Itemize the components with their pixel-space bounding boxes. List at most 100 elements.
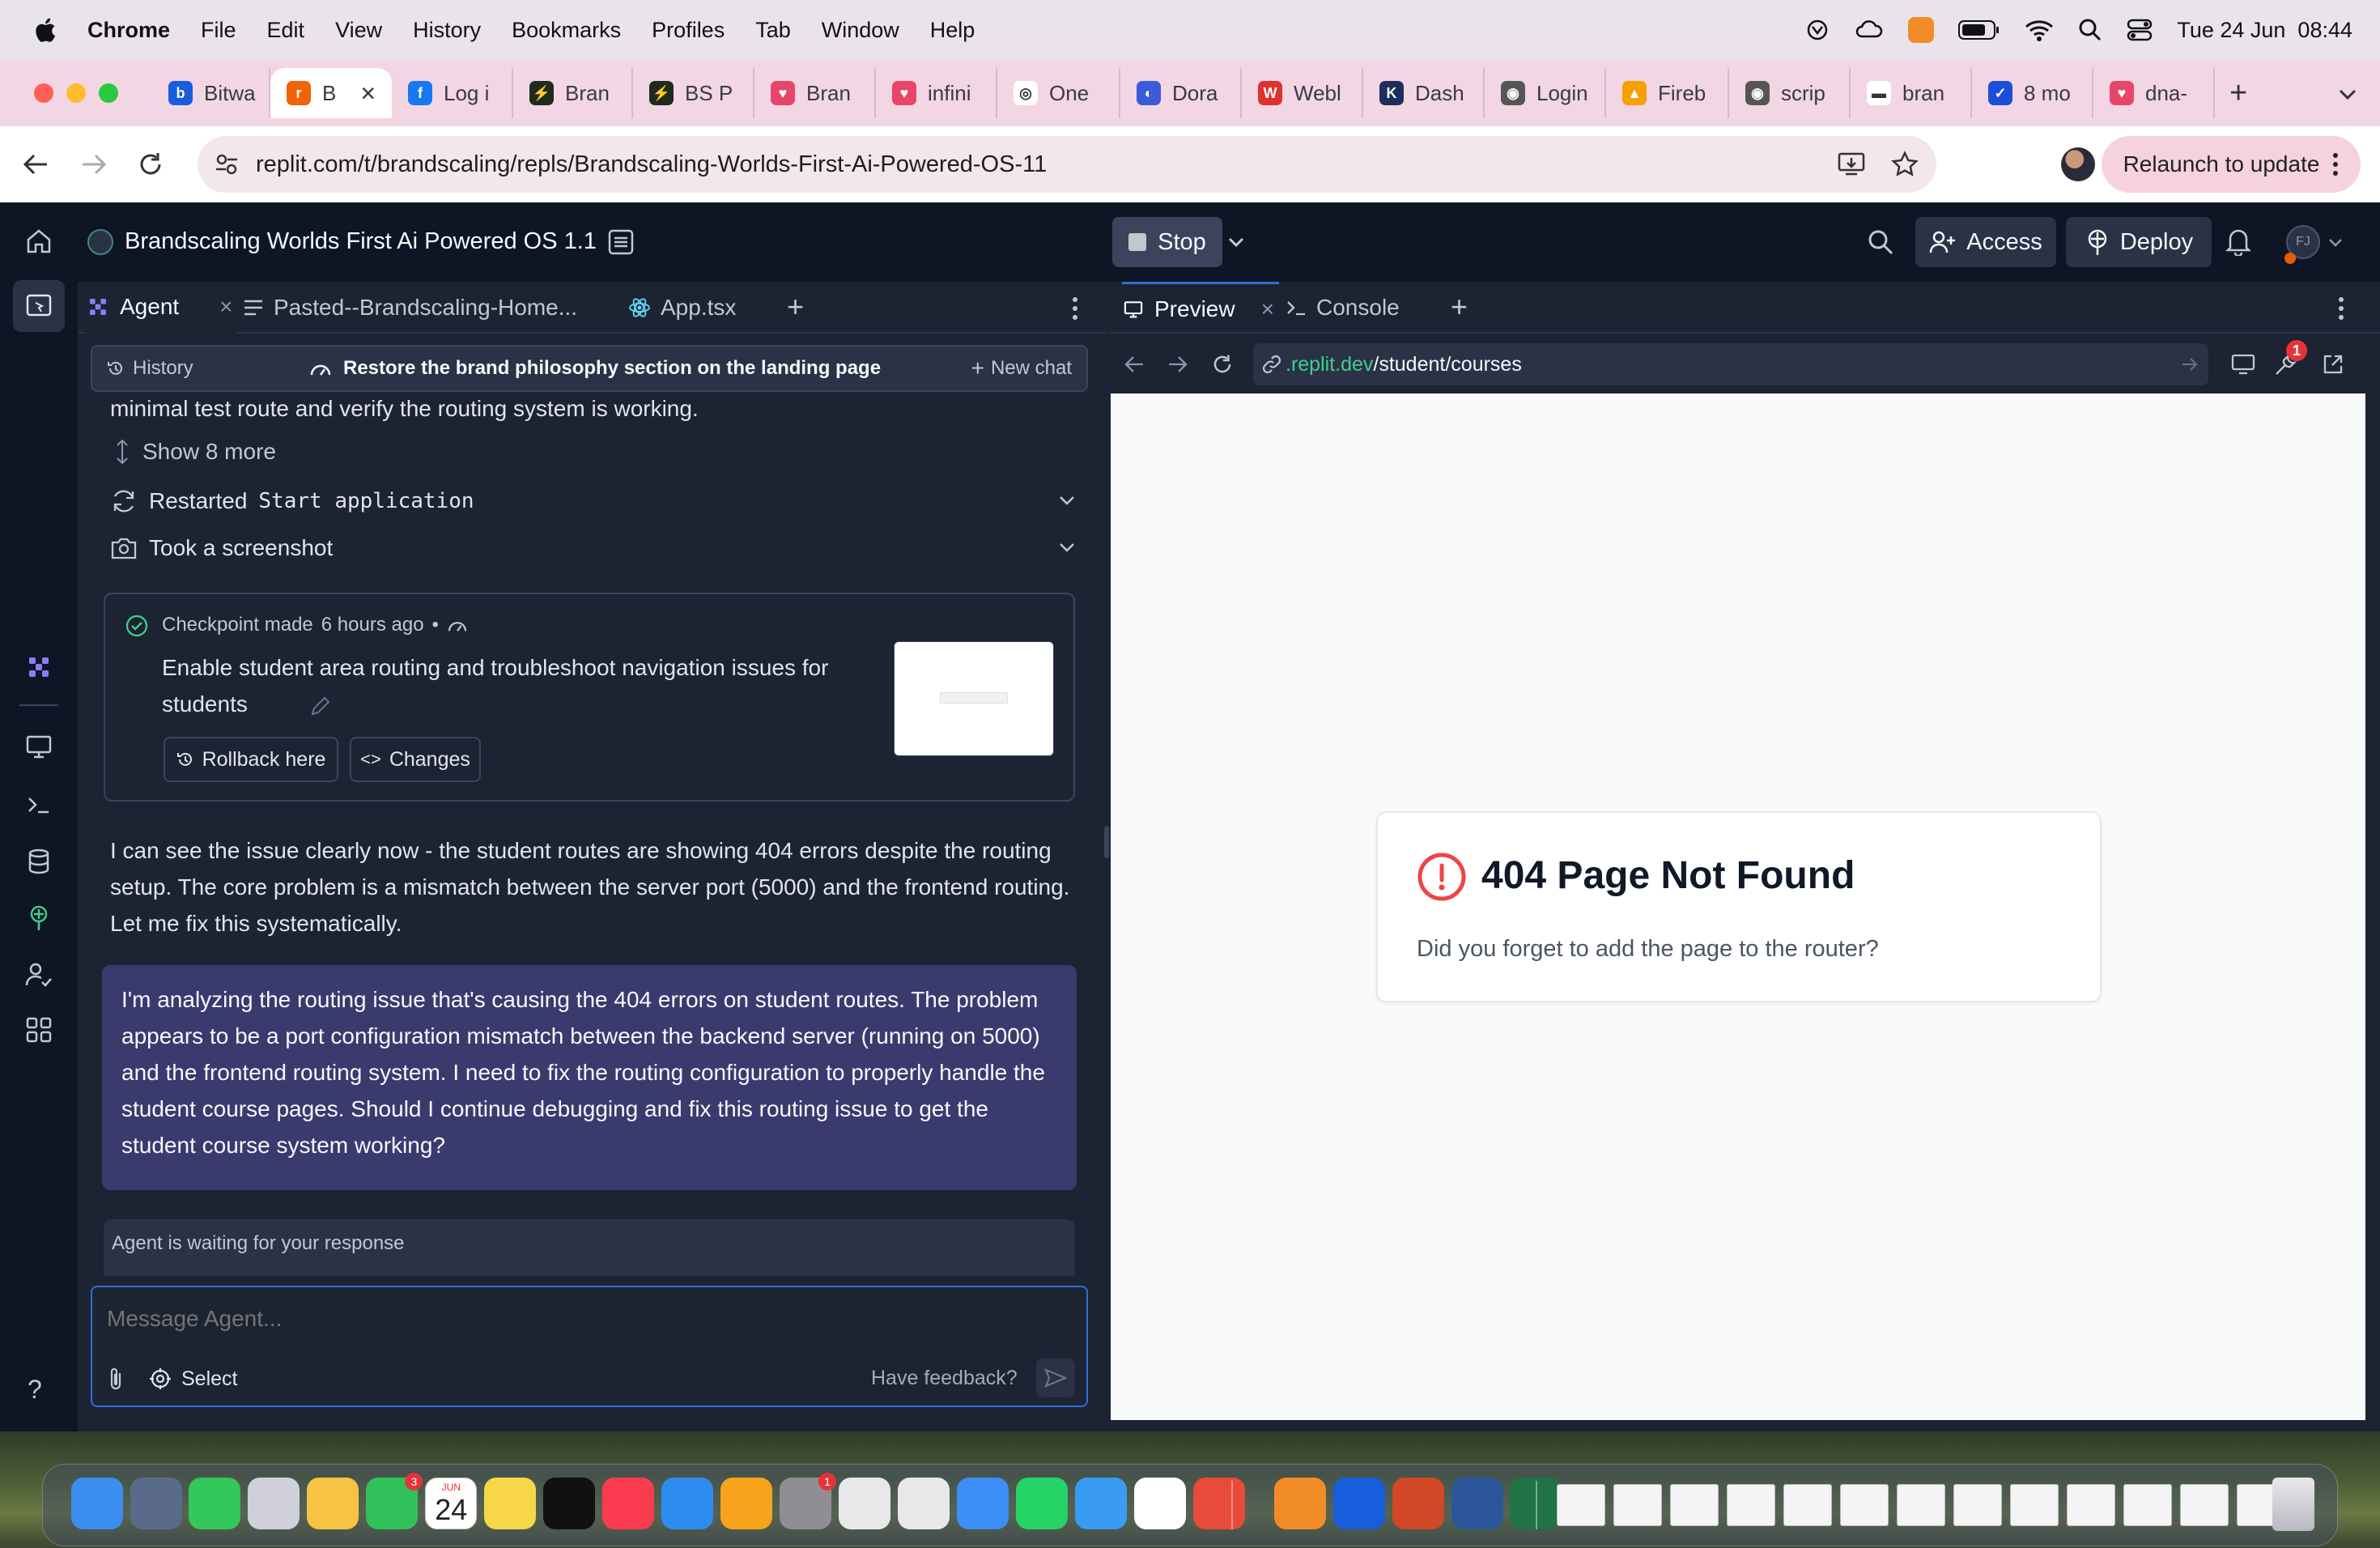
browser-tab[interactable]: ⚡ BS P — [633, 68, 754, 118]
checkpoint-thumbnail[interactable] — [894, 641, 1054, 756]
minimized-window-thumbnail[interactable] — [1840, 1484, 1889, 1526]
stop-button[interactable]: Stop — [1112, 217, 1222, 267]
browser-tab[interactable]: ◉ scrip — [1729, 68, 1851, 118]
menu-app-name[interactable]: Chrome — [87, 18, 170, 43]
safari-icon[interactable] — [1074, 1478, 1127, 1529]
browser-tab[interactable]: ♥ Bran — [754, 68, 876, 118]
close-tab-icon[interactable]: × — [360, 79, 376, 108]
forward-arrow-icon[interactable] — [81, 152, 107, 176]
have-feedback-link[interactable]: Have feedback? — [871, 1367, 1018, 1390]
go-arrow-icon[interactable] — [2181, 356, 2199, 372]
raycast-icon[interactable] — [839, 1478, 891, 1529]
project-name[interactable]: Brandscaling Worlds First Ai Powered OS … — [125, 228, 597, 255]
bitwarden-icon[interactable] — [1332, 1478, 1385, 1529]
minimized-window-thumbnail[interactable] — [2123, 1484, 2172, 1526]
menu-tab[interactable]: Tab — [755, 18, 791, 43]
pane-menu-kebab-icon[interactable] — [1072, 296, 1078, 321]
menu-view[interactable]: View — [335, 18, 382, 43]
notes-icon[interactable] — [484, 1478, 537, 1529]
new-preview-tab-icon[interactable]: + — [1451, 290, 1468, 324]
preview-url-bar[interactable]: .replit.dev /student/courses — [1253, 343, 2208, 385]
tab-app-tsx[interactable]: App.tsx — [628, 282, 790, 334]
project-details-icon[interactable] — [607, 228, 635, 256]
facetime-icon[interactable]: 3 — [366, 1473, 423, 1529]
browser-tab[interactable]: ♥ infini — [876, 68, 997, 118]
tab-pasted-file[interactable]: Pasted--Brandscaling-Home... — [243, 282, 615, 334]
app-orange-icon[interactable] — [1908, 17, 1935, 43]
chatgpt-app-icon[interactable] — [898, 1478, 950, 1529]
chat-transcript[interactable]: minimal test route and verify the routin… — [78, 393, 1107, 1299]
minimized-window-thumbnail[interactable] — [1557, 1484, 1605, 1526]
close-window-button[interactable] — [34, 83, 53, 103]
new-tab-plus-icon[interactable]: + — [787, 290, 804, 324]
bookmark-star-icon[interactable] — [1891, 151, 1919, 178]
edit-pencil-icon[interactable] — [309, 695, 332, 717]
project-icon[interactable] — [87, 229, 113, 255]
shell-terminal-icon[interactable] — [24, 790, 53, 819]
menu-profiles[interactable]: Profiles — [652, 18, 725, 43]
browser-tab[interactable]: ♥ dna- — [2093, 68, 2215, 118]
menu-bookmarks[interactable]: Bookmarks — [512, 18, 621, 43]
airmail-icon[interactable] — [1192, 1478, 1245, 1529]
attach-paperclip-icon[interactable] — [107, 1367, 126, 1391]
help-icon[interactable]: ? — [28, 1375, 42, 1405]
minimized-window-thumbnail[interactable] — [1897, 1484, 1945, 1526]
back-arrow-icon[interactable] — [23, 152, 49, 176]
new-tab-button[interactable]: + — [2229, 76, 2247, 111]
chrome-icon[interactable] — [1133, 1478, 1186, 1529]
open-new-window-icon[interactable] — [2322, 353, 2344, 376]
trash-icon[interactable] — [2272, 1478, 2314, 1531]
access-button[interactable]: Access — [1915, 217, 2056, 267]
pane-resize-handle[interactable] — [1104, 826, 1109, 858]
send-button[interactable] — [1036, 1359, 1075, 1397]
menubar-clock[interactable]: Tue 24 Jun 08:44 — [2177, 18, 2352, 43]
notifications-bell-icon[interactable] — [2225, 227, 2252, 256]
reload-icon[interactable] — [138, 151, 164, 178]
minimized-window-thumbnail[interactable] — [1783, 1484, 1832, 1526]
minimized-window-thumbnail[interactable] — [2010, 1484, 2059, 1526]
preview-forward-icon[interactable] — [1167, 355, 1188, 374]
pages-icon[interactable] — [720, 1478, 773, 1529]
history-button[interactable]: History — [107, 347, 193, 390]
close-tab-icon[interactable]: × — [219, 294, 232, 320]
action-restarted[interactable]: Restarted Start application — [110, 481, 1078, 521]
preview-viewport[interactable]: 404 Page Not Found Did you forget to add… — [1111, 393, 2365, 1420]
mail-icon[interactable] — [956, 1478, 1009, 1529]
browser-tab[interactable]: ◎ One — [997, 68, 1120, 118]
word-icon[interactable] — [1451, 1478, 1503, 1529]
profile-avatar[interactable] — [2061, 147, 2095, 181]
browser-tab[interactable]: ⚡ Bran — [513, 68, 633, 118]
new-chat-button[interactable]: + New chat — [971, 347, 1072, 390]
apple-tv-icon[interactable] — [543, 1478, 596, 1529]
sublime-icon[interactable] — [1273, 1478, 1326, 1529]
browser-tab[interactable]: ▲ Fireb — [1606, 68, 1729, 118]
action-screenshot[interactable]: Took a screenshot — [110, 528, 1078, 568]
browser-tab[interactable]: ✓ 8 mo — [1972, 68, 2093, 118]
close-tab-icon[interactable]: × — [1261, 296, 1274, 322]
tab-search-button[interactable] — [2328, 74, 2367, 113]
minimized-window-thumbnail[interactable] — [2067, 1484, 2115, 1526]
browser-tab[interactable]: b Bitwa — [152, 68, 270, 118]
control-center-icon[interactable] — [2127, 18, 2153, 42]
deploy-button[interactable]: Deploy — [2066, 217, 2212, 267]
changes-button[interactable]: <> Changes — [350, 737, 481, 782]
account-chevron-icon[interactable] — [2328, 238, 2343, 248]
menu-window[interactable]: Window — [822, 18, 899, 43]
calendar-icon[interactable]: JUN 24 — [425, 1478, 478, 1529]
menu-help[interactable]: Help — [930, 18, 975, 43]
messages-icon[interactable] — [189, 1478, 241, 1529]
minimized-window-thumbnail[interactable] — [1613, 1484, 1662, 1526]
menu-edit[interactable]: Edit — [267, 18, 305, 43]
browser-tab[interactable]: f Log i — [392, 68, 513, 118]
browser-tab[interactable]: K Dash — [1363, 68, 1485, 118]
keynote-icon[interactable] — [661, 1478, 714, 1529]
spotlight-search-icon[interactable] — [2078, 18, 2102, 42]
user-management-icon[interactable] — [24, 960, 53, 989]
relaunch-to-update-button[interactable]: Relaunch to update — [2102, 136, 2361, 193]
preview-back-icon[interactable] — [1124, 355, 1145, 374]
menu-file[interactable]: File — [201, 18, 236, 43]
home-icon[interactable] — [24, 227, 53, 256]
minimize-window-button[interactable] — [66, 83, 86, 103]
system-info-icon[interactable] — [130, 1478, 182, 1529]
minimized-window-thumbnail[interactable] — [1953, 1484, 2002, 1526]
